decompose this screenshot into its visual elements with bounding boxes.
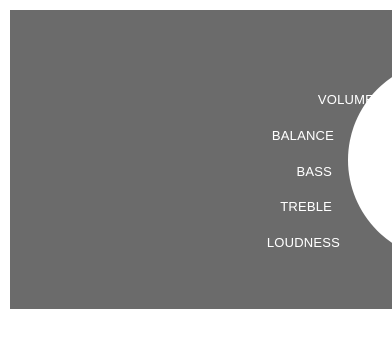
menu-item-volume[interactable]: VOLUME bbox=[318, 92, 374, 107]
menu-item-balance[interactable]: BALANCE bbox=[272, 128, 334, 143]
menu-item-treble[interactable]: TREBLE bbox=[280, 199, 332, 214]
sound-settings-panel: VOLUME BALANCE BASS TREBLE LOUDNESS bbox=[10, 10, 392, 309]
control-dial[interactable] bbox=[348, 60, 392, 260]
menu-item-loudness[interactable]: LOUDNESS bbox=[267, 235, 340, 250]
menu-item-bass[interactable]: BASS bbox=[297, 164, 332, 179]
